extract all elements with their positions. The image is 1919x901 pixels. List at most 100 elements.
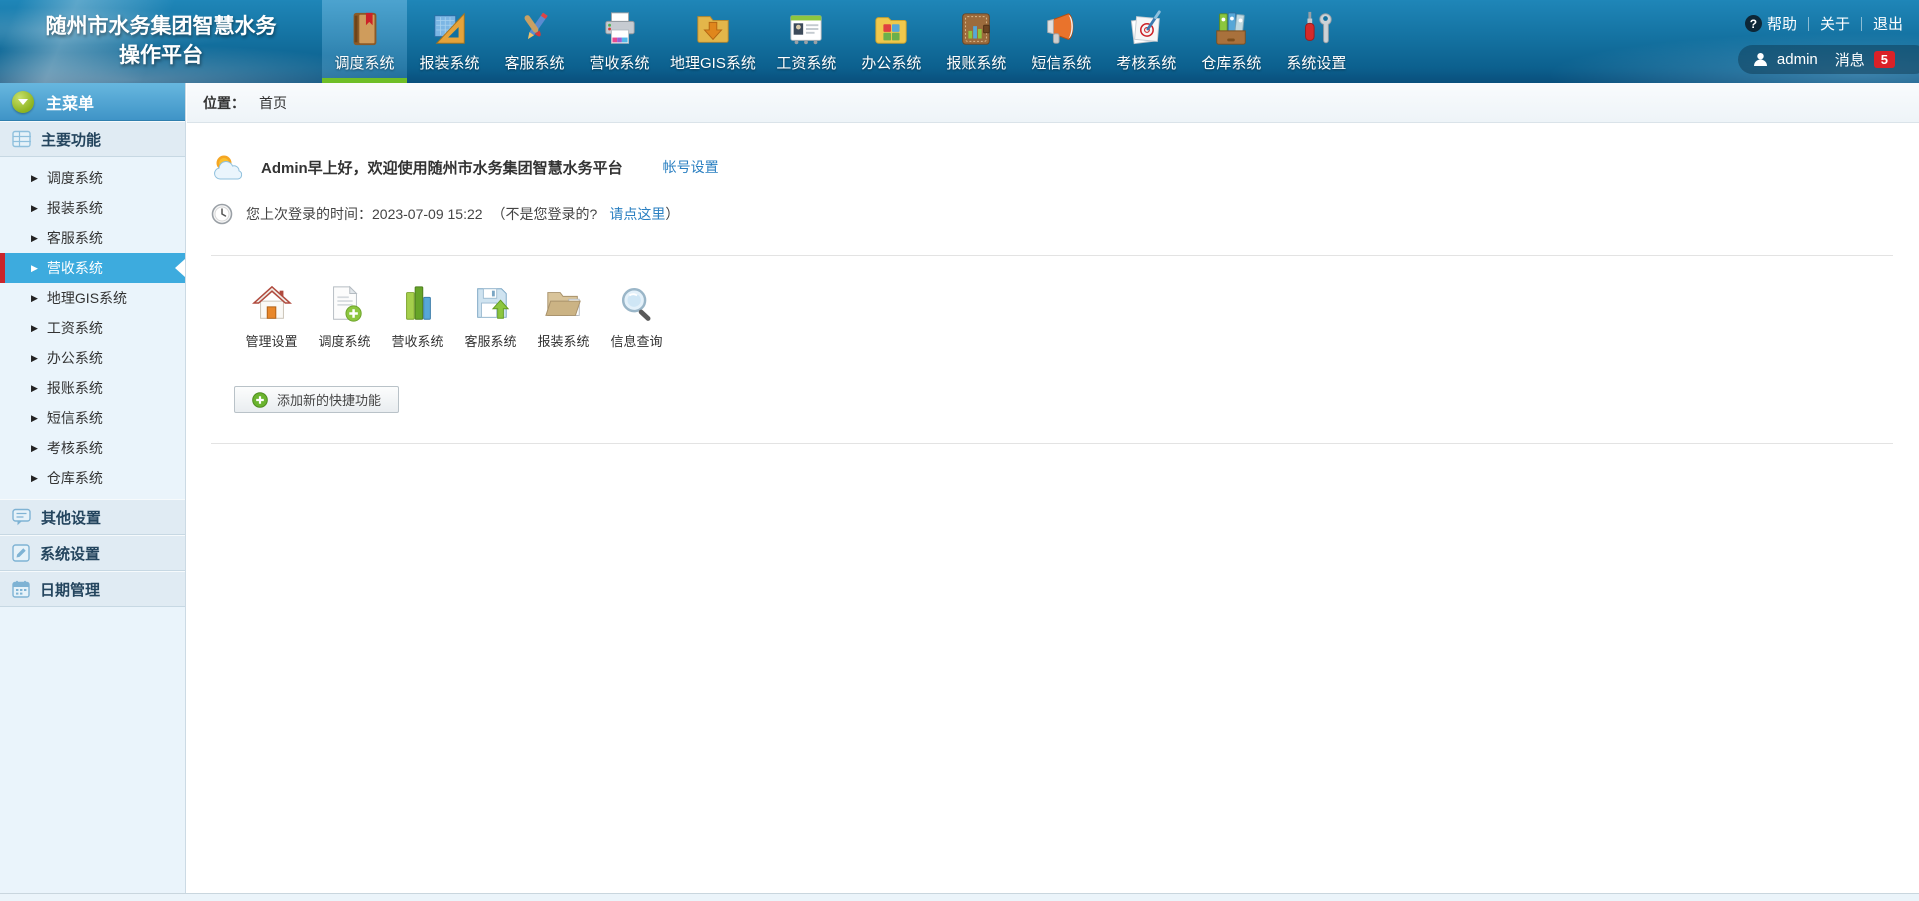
sidebar-item-sms[interactable]: 短信系统 — [0, 403, 185, 433]
user-icon — [1753, 52, 1768, 67]
nav-item-gis[interactable]: 地理GIS系统 — [662, 0, 764, 83]
header: 随州市水务集团智慧水务 操作平台 调度系统 报装系统 客服系统 营收系统 地理G… — [0, 0, 1919, 83]
sidebar-item-reimbursement[interactable]: 报账系统 — [0, 373, 185, 403]
sidebar-item-installation[interactable]: 报装系统 — [0, 193, 185, 223]
app-logo: 随州市水务集团智慧水务 操作平台 — [0, 0, 322, 83]
user-pill[interactable]: admin 消息 5 — [1738, 45, 1919, 74]
last-login-suffix: ） — [665, 204, 679, 224]
section-system-settings[interactable]: 系统设置 — [0, 535, 185, 571]
shortcuts-row: 管理设置 调度系统 营收系统 客服系统 报装系统 信息查询 — [211, 284, 1893, 350]
tools-icon — [1297, 7, 1335, 51]
plus-icon — [252, 392, 268, 408]
document-add-icon — [325, 284, 365, 324]
binders-icon — [1212, 7, 1250, 51]
app-title-line2: 操作平台 — [46, 42, 277, 70]
not-you-link[interactable]: 请点这里 — [609, 204, 665, 224]
selected-arrow-icon — [175, 259, 185, 277]
sidebar-item-label: 报装系统 — [47, 198, 103, 218]
sidebar-menu-list: 调度系统 报装系统 客服系统 营收系统 地理GIS系统 工资系统 办公系统 报账… — [0, 157, 185, 499]
shortcut-label: 调度系统 — [318, 331, 370, 350]
nav-item-payroll[interactable]: 工资系统 — [764, 0, 849, 83]
breadcrumb-location-label: 位置： — [203, 93, 245, 113]
section-other-settings[interactable]: 其他设置 — [0, 499, 185, 535]
sidebar-item-office[interactable]: 办公系统 — [0, 343, 185, 373]
nav-label: 考核系统 — [1116, 52, 1176, 73]
nav-label: 客服系统 — [504, 52, 564, 73]
sidebar: 主菜单 主要功能 调度系统 报装系统 客服系统 营收系统 地理GIS系统 工资系… — [0, 83, 186, 893]
nav-item-revenue[interactable]: 营收系统 — [577, 0, 662, 83]
shortcut-customer-service[interactable]: 客服系统 — [454, 284, 527, 350]
nav-item-system-settings[interactable]: 系统设置 — [1274, 0, 1359, 83]
help-icon: ? — [1745, 15, 1762, 32]
clock-icon — [211, 203, 233, 225]
edit-icon — [12, 544, 30, 562]
main-menu-header[interactable]: 主菜单 — [0, 83, 185, 121]
save-icon — [471, 284, 511, 324]
sidebar-item-dispatch[interactable]: 调度系统 — [0, 163, 185, 193]
nav-item-sms[interactable]: 短信系统 — [1019, 0, 1104, 83]
section-main-functions[interactable]: 主要功能 — [0, 121, 185, 157]
messages-link[interactable]: 消息 — [1835, 49, 1865, 70]
about-label: 关于 — [1820, 13, 1850, 34]
app: { "header": { "title_line1": "随州市水务集团智慧水… — [0, 0, 1919, 901]
sidebar-item-warehouse[interactable]: 仓库系统 — [0, 463, 185, 493]
logout-link[interactable]: 退出 — [1873, 13, 1903, 34]
welcome-row: Admin早上好，欢迎使用随州市水务集团智慧水务平台 帐号设置 — [211, 153, 1893, 181]
sidebar-item-label: 考核系统 — [47, 438, 103, 458]
megaphone-icon — [1042, 7, 1080, 51]
breadcrumb: 位置： 首页 — [187, 83, 1919, 123]
sidebar-item-label: 仓库系统 — [47, 468, 103, 488]
nav-label: 地理GIS系统 — [670, 52, 756, 73]
sidebar-item-assessment[interactable]: 考核系统 — [0, 433, 185, 463]
help-link[interactable]: ? 帮助 — [1745, 13, 1797, 34]
app-title: 随州市水务集团智慧水务 操作平台 — [46, 13, 277, 70]
selected-stripe — [0, 253, 5, 283]
shortcut-admin-settings[interactable]: 管理设置 — [235, 284, 308, 350]
separator — [1861, 17, 1862, 31]
welcome-message: Admin早上好，欢迎使用随州市水务集团智慧水务平台 — [261, 157, 623, 178]
shortcut-label: 报装系统 — [537, 331, 589, 350]
section-label: 其他设置 — [41, 507, 101, 528]
shortcut-label: 管理设置 — [245, 331, 297, 350]
sidebar-item-revenue[interactable]: 营收系统 — [0, 253, 185, 283]
search-icon — [617, 284, 657, 324]
account-settings-link[interactable]: 帐号设置 — [663, 157, 719, 177]
folder-apps-icon — [872, 7, 910, 51]
divider — [211, 255, 1893, 256]
about-link[interactable]: 关于 — [1820, 13, 1850, 34]
shortcut-installation[interactable]: 报装系统 — [527, 284, 600, 350]
sidebar-item-label: 地理GIS系统 — [47, 288, 127, 308]
shortcut-info-query[interactable]: 信息查询 — [600, 284, 673, 350]
section-date-management[interactable]: 日期管理 — [0, 571, 185, 607]
sidebar-item-label: 短信系统 — [47, 408, 103, 428]
app-title-line1: 随州市水务集团智慧水务 — [46, 13, 277, 41]
add-shortcut-button[interactable]: 添加新的快捷功能 — [234, 386, 399, 413]
bar-chart-icon — [398, 284, 438, 324]
nav-item-assessment[interactable]: 考核系统 — [1104, 0, 1189, 83]
add-shortcut-label: 添加新的快捷功能 — [277, 390, 381, 409]
shortcut-dispatch[interactable]: 调度系统 — [308, 284, 381, 350]
printer-icon — [601, 7, 639, 51]
nav-item-reimbursement[interactable]: 报账系统 — [934, 0, 1019, 83]
nav-item-warehouse[interactable]: 仓库系统 — [1189, 0, 1274, 83]
sidebar-item-payroll[interactable]: 工资系统 — [0, 313, 185, 343]
shortcut-label: 信息查询 — [610, 331, 662, 350]
weather-icon — [211, 153, 247, 181]
sidebar-item-customer-service[interactable]: 客服系统 — [0, 223, 185, 253]
shortcut-label: 客服系统 — [464, 331, 516, 350]
chat-icon — [12, 508, 31, 526]
breadcrumb-page[interactable]: 首页 — [259, 93, 287, 113]
sidebar-item-label: 调度系统 — [47, 168, 103, 188]
shortcut-label: 营收系统 — [391, 331, 443, 350]
sidebar-item-label: 报账系统 — [47, 378, 103, 398]
nav-item-customer-service[interactable]: 客服系统 — [492, 0, 577, 83]
sidebar-item-label: 客服系统 — [47, 228, 103, 248]
sidebar-item-gis[interactable]: 地理GIS系统 — [0, 283, 185, 313]
nav-item-dispatch[interactable]: 调度系统 — [322, 0, 407, 83]
nav-item-office[interactable]: 办公系统 — [849, 0, 934, 83]
nav-label: 工资系统 — [776, 52, 836, 73]
nav-item-installation[interactable]: 报装系统 — [407, 0, 492, 83]
last-login-row: 您上次登录的时间： 2023-07-09 15:22 （不是您登录的? 请点这里… — [211, 203, 1893, 225]
shortcut-revenue[interactable]: 营收系统 — [381, 284, 454, 350]
message-count-badge[interactable]: 5 — [1874, 51, 1895, 68]
